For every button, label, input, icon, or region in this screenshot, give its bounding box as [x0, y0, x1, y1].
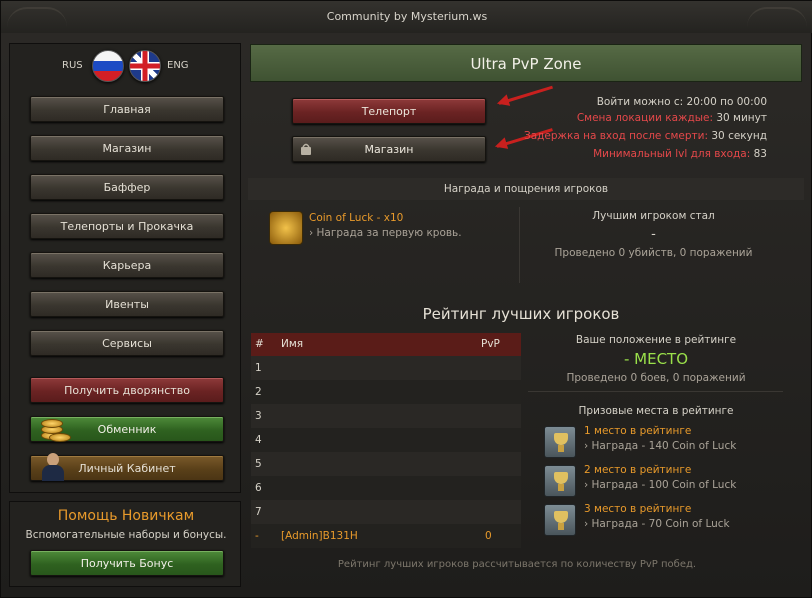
row-num: 3	[255, 410, 262, 422]
coins-icon	[37, 411, 71, 443]
trophy-icon	[544, 504, 576, 536]
sidebar: RUS ENG Главная Магазин Баффер Телепорты…	[9, 43, 241, 493]
min-level-info: Минимальный lvl для входа: 83	[593, 148, 767, 160]
entry-time-info: Войти можно с: 20:00 по 00:00	[597, 96, 767, 108]
exchanger-button[interactable]: Обменник	[30, 416, 224, 442]
col-num: #	[255, 338, 264, 350]
col-pvp: PvP	[481, 338, 500, 350]
prize-3-title: 3 место в рейтинге	[584, 503, 692, 515]
min-level-label: Минимальный lvl для входа:	[593, 148, 751, 160]
best-player-stats: Проведено 0 убийств, 0 поражений	[554, 247, 753, 259]
prize-2-desc: › Награда - 100 Coin of Luck	[584, 479, 737, 491]
personal-cabinet-label: Личный Кабинет	[78, 462, 176, 475]
trophy-icon	[544, 465, 576, 497]
lang-rus-label[interactable]: RUS	[62, 60, 83, 71]
death-delay-info: Задержка на вход после смерти: 30 секунд	[524, 130, 767, 142]
table-row: 3	[251, 404, 521, 428]
location-change-value: 30 минут	[716, 112, 767, 124]
table-row: 2	[251, 380, 521, 404]
row-num: -	[255, 530, 259, 542]
prize-2-title: 2 место в рейтинге	[584, 464, 692, 476]
get-nobility-button[interactable]: Получить дворянство	[30, 377, 224, 403]
coin-of-luck-icon	[269, 211, 303, 245]
nav-events-button[interactable]: Ивенты	[30, 291, 224, 317]
prize-3-desc: › Награда - 70 Coin of Luck	[584, 518, 730, 530]
zone-shop-label: Магазин	[364, 143, 414, 156]
trophy-icon	[544, 426, 576, 458]
best-player-name: -	[651, 227, 656, 242]
row-num: 1	[255, 362, 262, 374]
your-position-value: - МЕСТО	[623, 350, 689, 368]
prize-1-title: 1 место в рейтинге	[584, 425, 692, 437]
russia-flag-icon[interactable]	[92, 50, 124, 82]
table-row: 6	[251, 476, 521, 500]
death-delay-label: Задержка на вход после смерти:	[523, 130, 709, 142]
zone-shop-button[interactable]: Магазин	[292, 136, 486, 162]
teleport-button[interactable]: Телепорт	[292, 98, 486, 124]
nav-services-button[interactable]: Сервисы	[30, 330, 224, 356]
divider	[519, 207, 520, 283]
divider	[528, 391, 783, 392]
title-ornament-right	[747, 7, 807, 27]
app-window: Community by Mysterium.ws RUS ENG Главна…	[0, 0, 812, 598]
entry-value: 20:00 по 00:00	[686, 96, 767, 108]
arrow-teleport-icon	[498, 85, 553, 105]
best-player-title: Лучшим игроком стал	[592, 210, 715, 222]
table-row: 4	[251, 428, 521, 452]
person-icon	[41, 451, 65, 481]
row-name: [Admin]B131H	[281, 530, 358, 542]
table-row: 5	[251, 452, 521, 476]
uk-flag-icon[interactable]	[129, 50, 161, 82]
nav-career-button[interactable]: Карьера	[30, 252, 224, 278]
table-row: - [Admin]B131H 0	[251, 524, 521, 548]
location-change-label: Смена локации каждые:	[576, 112, 714, 124]
col-name: Имя	[281, 338, 304, 350]
row-num: 7	[255, 506, 262, 518]
prize-places-title: Призовые места в рейтинге	[578, 405, 734, 417]
title-ornament-left	[7, 7, 67, 27]
rewards-header: Награда и пощрения игроков	[248, 178, 804, 200]
death-delay-value: 30 секунд	[711, 130, 767, 142]
table-row: 7	[251, 500, 521, 524]
your-position-title: Ваше положение в рейтинге	[575, 334, 737, 346]
location-change-info: Смена локации каждые: 30 минут	[577, 112, 767, 124]
row-num: 2	[255, 386, 262, 398]
get-bonus-button[interactable]: Получить Бонус	[30, 550, 224, 576]
row-pvp: 0	[485, 530, 492, 542]
shop-icon	[299, 141, 315, 157]
language-switcher: RUS ENG	[10, 50, 242, 84]
help-title: Помощь Новичкам	[57, 508, 195, 524]
row-num: 4	[255, 434, 262, 446]
lang-eng-label[interactable]: ENG	[167, 60, 189, 71]
reward-description: › Награда за первую кровь.	[309, 227, 462, 239]
min-level-value: 83	[753, 148, 767, 160]
window-title: Community by Mysterium.ws	[326, 10, 488, 23]
nav-shop-button[interactable]: Магазин	[30, 135, 224, 161]
table-header: # Имя PvP	[251, 333, 521, 356]
row-num: 5	[255, 458, 262, 470]
newbie-help-panel: Помощь Новичкам Вспомогательные наборы и…	[9, 501, 241, 587]
table-row: 1	[251, 356, 521, 380]
table-body: 1 2 3 4 5 6 7 - [Admin]B131H 0	[251, 356, 521, 548]
get-nobility-label: Получить дворянство	[64, 384, 190, 397]
exchanger-label: Обменник	[97, 423, 157, 436]
rating-table: # Имя PvP 1 2 3 4 5 6 7 - [Admin]B131H 0	[251, 333, 521, 548]
help-subtitle: Вспомогательные наборы и бонусы.	[25, 529, 227, 541]
nav-buffer-button[interactable]: Баффер	[30, 174, 224, 200]
nav-home-button[interactable]: Главная	[30, 96, 224, 122]
rating-footnote: Рейтинг лучших игроков рассчитывается по…	[337, 559, 697, 570]
zone-title: Ultra PvP Zone	[250, 44, 802, 82]
rating-title: Рейтинг лучших игроков	[422, 305, 620, 323]
title-bar: Community by Mysterium.ws	[1, 1, 812, 33]
nav-teleports-button[interactable]: Телепорты и Прокачка	[30, 213, 224, 239]
reward-title: Coin of Luck - x10	[309, 212, 404, 224]
row-num: 6	[255, 482, 262, 494]
prize-1-desc: › Награда - 140 Coin of Luck	[584, 440, 737, 452]
entry-label: Войти можно с:	[596, 96, 684, 108]
your-position-stats: Проведено 0 боев, 0 поражений	[566, 372, 746, 384]
personal-cabinet-button[interactable]: Личный Кабинет	[30, 453, 224, 481]
